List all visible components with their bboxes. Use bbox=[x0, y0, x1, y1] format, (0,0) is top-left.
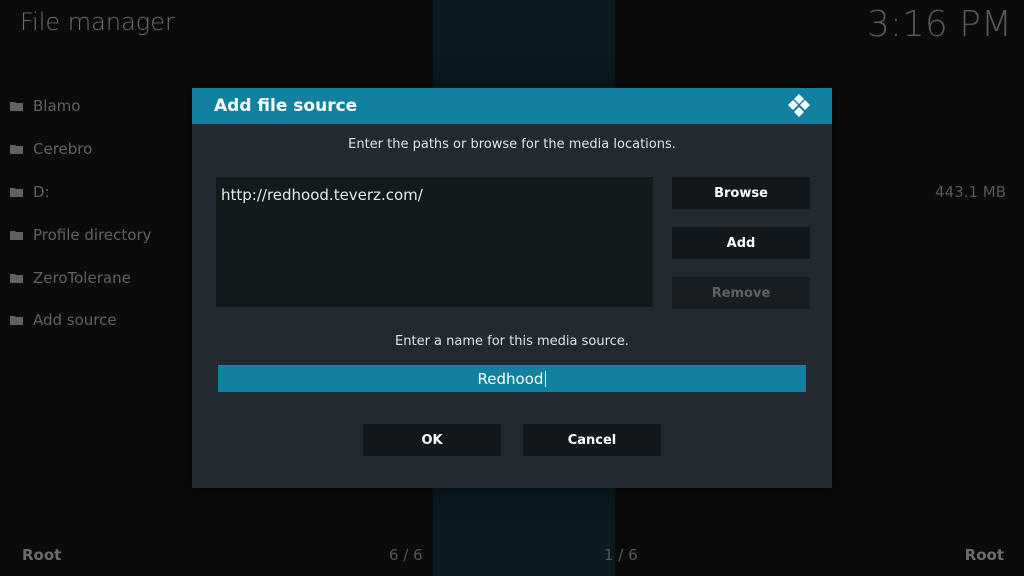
source-item-label: Profile directory bbox=[33, 225, 152, 244]
add-file-source-dialog: Add file source Enter the paths or brows… bbox=[192, 88, 832, 488]
source-item-cerebro[interactable]: Cerebro bbox=[10, 128, 152, 171]
folder-icon bbox=[10, 273, 23, 283]
folder-icon bbox=[10, 187, 23, 197]
drive-size-label: 443.1 MB bbox=[935, 183, 1006, 201]
kodi-logo-icon bbox=[788, 94, 810, 117]
source-item-blamo[interactable]: Blamo bbox=[10, 85, 152, 128]
name-instruction: Enter a name for this media source. bbox=[395, 334, 629, 349]
folder-icon bbox=[10, 145, 23, 155]
path-list[interactable]: http://redhood.teverz.com/ bbox=[216, 177, 653, 307]
source-item-d-drive[interactable]: D: bbox=[10, 171, 152, 214]
source-item-profile-directory[interactable]: Profile directory bbox=[10, 213, 152, 256]
source-list: Blamo Cerebro D: Profile directory ZeroT… bbox=[10, 85, 152, 342]
add-button[interactable]: Add bbox=[672, 227, 810, 259]
paths-instruction: Enter the paths or browse for the media … bbox=[348, 137, 676, 152]
source-item-label: D: bbox=[33, 182, 50, 201]
source-item-label: Add source bbox=[33, 311, 117, 330]
source-name-value: Redhood bbox=[477, 369, 544, 388]
footer-left-path: Root bbox=[22, 546, 62, 564]
dialog-header: Add file source bbox=[192, 88, 832, 124]
path-item[interactable]: http://redhood.teverz.com/ bbox=[221, 186, 423, 204]
ok-button[interactable]: OK bbox=[363, 424, 501, 456]
browse-button[interactable]: Browse bbox=[672, 177, 810, 209]
footer-left-count: 6 / 6 bbox=[389, 546, 423, 564]
footer-right-path: Root bbox=[964, 546, 1004, 564]
cancel-button[interactable]: Cancel bbox=[523, 424, 661, 456]
app-title: File manager bbox=[20, 8, 175, 36]
footer-right-count: 1 / 6 bbox=[604, 546, 638, 564]
remove-button[interactable]: Remove bbox=[672, 277, 810, 309]
folder-icon bbox=[10, 316, 23, 326]
source-item-zerotolerane[interactable]: ZeroTolerane bbox=[10, 256, 152, 299]
folder-icon bbox=[10, 102, 23, 112]
source-name-input[interactable]: Redhood bbox=[218, 365, 806, 392]
clock: 3:16 PM bbox=[866, 4, 1012, 45]
source-item-label: ZeroTolerane bbox=[33, 268, 131, 287]
folder-icon bbox=[10, 230, 23, 240]
dialog-title: Add file source bbox=[214, 96, 358, 116]
source-item-label: Blamo bbox=[33, 97, 81, 116]
text-cursor bbox=[545, 370, 547, 387]
source-item-add-source[interactable]: Add source bbox=[10, 299, 152, 342]
source-item-label: Cerebro bbox=[33, 140, 93, 159]
